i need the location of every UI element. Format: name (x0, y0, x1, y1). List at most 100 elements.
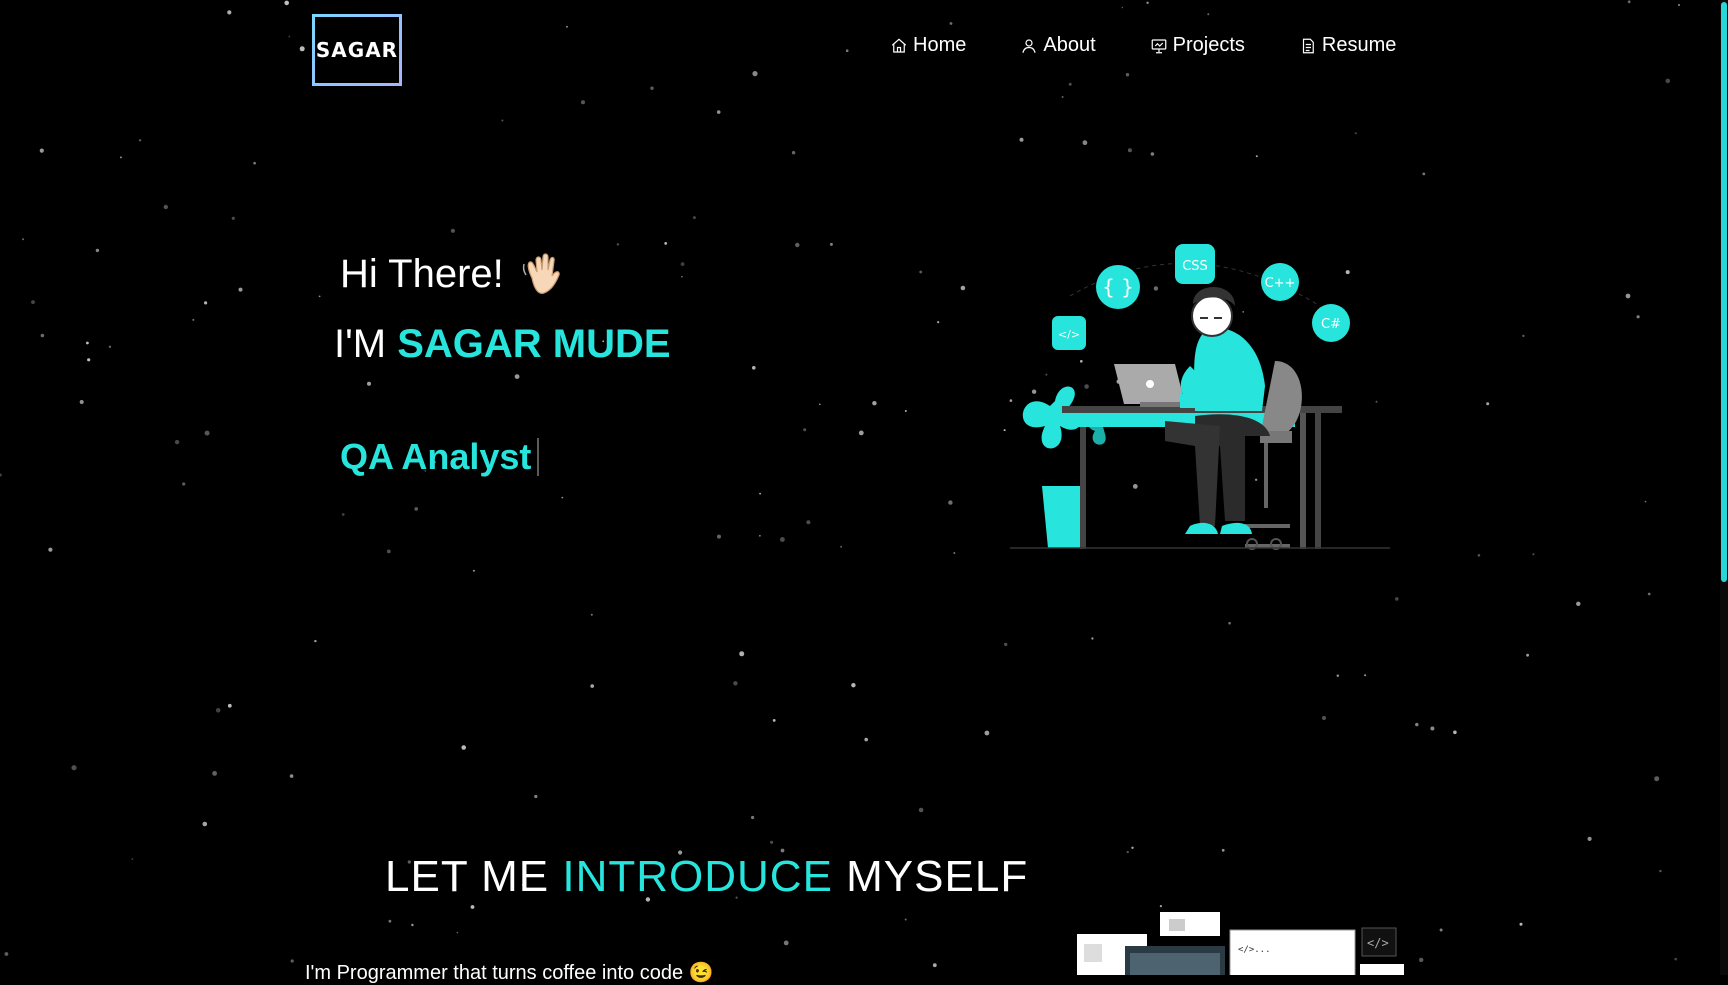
star (1453, 730, 1457, 735)
star (751, 815, 755, 820)
star (803, 428, 807, 432)
star (289, 774, 294, 778)
star (752, 71, 758, 77)
scrollbar-track[interactable] (1720, 0, 1728, 975)
star (1430, 726, 1435, 731)
waving-hand-icon (522, 253, 560, 294)
star (783, 940, 789, 946)
star (1395, 597, 1399, 601)
star (1150, 152, 1155, 156)
star (937, 321, 940, 324)
star (872, 401, 877, 406)
code-windows-illustration: </>... </> (1077, 912, 1404, 975)
star (1654, 776, 1660, 782)
star (1532, 553, 1535, 556)
star (590, 684, 594, 688)
nav-item-home[interactable]: Home (890, 34, 966, 57)
star (4, 952, 9, 956)
star (341, 513, 345, 516)
star (22, 238, 25, 241)
title-part: MYSELF (846, 852, 1029, 901)
star (79, 400, 84, 404)
star (759, 535, 761, 537)
star (819, 403, 821, 406)
star (650, 86, 654, 90)
nav-item-about[interactable]: About (1020, 34, 1096, 57)
star (1082, 140, 1088, 146)
star (770, 840, 774, 844)
badge-label: C++ (1265, 276, 1296, 291)
star (290, 959, 294, 963)
hero-greeting: Hi There! (340, 250, 566, 298)
star (1091, 637, 1094, 640)
star (1131, 846, 1134, 849)
star (1004, 642, 1008, 647)
star (840, 545, 843, 548)
document-icon (1302, 38, 1314, 53)
star (108, 345, 112, 348)
star (215, 708, 221, 713)
star (299, 46, 305, 52)
title-accent: INTRODUCE (562, 852, 833, 901)
star (984, 730, 990, 736)
star (851, 683, 856, 688)
typewriter-role: QA Analyst (340, 436, 540, 478)
nav-item-projects[interactable]: Projects (1150, 34, 1245, 57)
star (1159, 905, 1162, 908)
star (39, 148, 44, 153)
scrollbar-thumb[interactable] (1721, 2, 1727, 582)
nav-item-resume[interactable]: Resume (1299, 34, 1396, 57)
nav-item-label: Projects (1172, 34, 1245, 56)
nav-item-label: Home (913, 34, 967, 56)
star (388, 919, 392, 923)
nav-item-label: Resume (1321, 34, 1397, 56)
star (1221, 848, 1225, 852)
star (1228, 621, 1231, 625)
svg-text:</>: </> (1367, 936, 1389, 950)
star (845, 49, 849, 52)
star (1019, 137, 1024, 142)
star (86, 341, 89, 345)
about-section-title: LET ME INTRODUCE MYSELF (385, 852, 1028, 902)
star (119, 156, 122, 159)
star (227, 10, 232, 15)
star (192, 318, 195, 321)
star (1486, 402, 1490, 406)
role-text: QA Analyst (340, 436, 532, 477)
star (1576, 601, 1581, 606)
badge-label: CSS (1182, 259, 1208, 274)
star (231, 216, 235, 220)
star (1364, 674, 1367, 677)
user-icon (1022, 38, 1036, 53)
star (411, 923, 414, 927)
developer-illustration: { } CSS C++ </> C# (1010, 244, 1390, 550)
star (238, 287, 243, 292)
star (1647, 592, 1651, 596)
star (163, 204, 168, 210)
star (717, 534, 721, 539)
star (1061, 96, 1064, 98)
star (1419, 957, 1424, 963)
star (932, 963, 937, 968)
star (1439, 928, 1443, 932)
star (87, 358, 91, 362)
star (456, 931, 459, 934)
star (1207, 13, 1210, 16)
hero-name-line: I'M SAGAR MUDE (334, 322, 671, 367)
brand-logo[interactable]: SAGAR (312, 14, 402, 86)
presentation-icon (1151, 38, 1166, 53)
badge-label: C# (1321, 317, 1341, 332)
badge-label: </> (1058, 328, 1080, 341)
star (829, 242, 833, 246)
svg-text:</>...: </>... (1238, 945, 1271, 955)
badge-label: { } (1102, 275, 1134, 299)
star (182, 482, 186, 486)
hero-name: SAGAR MUDE (397, 322, 671, 366)
star (470, 905, 475, 909)
main-nav: Home About Projects Resume (890, 34, 1396, 57)
star (1125, 73, 1130, 77)
star (1587, 836, 1592, 842)
star (1674, 957, 1677, 961)
star (212, 771, 218, 776)
star (1415, 722, 1419, 727)
